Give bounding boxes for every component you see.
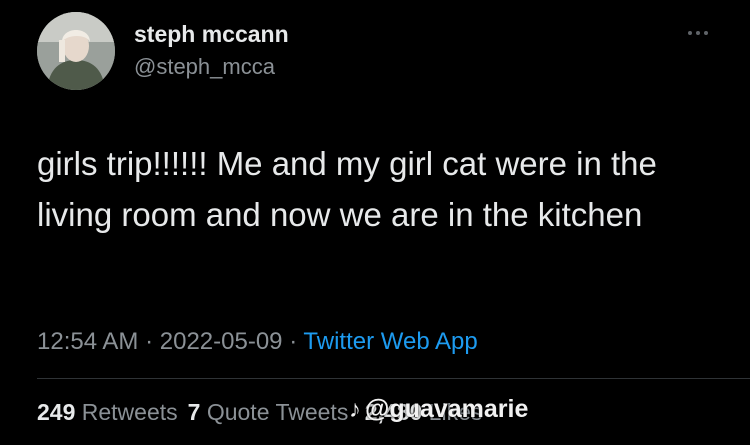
watermark-text: @guavamarie	[365, 395, 529, 423]
tweet-meta: 12:54 AM · 2022-05-09 · Twitter Web App	[37, 328, 478, 356]
tweet-card: steph mccann @steph_mcca girls trip!!!!!…	[0, 0, 750, 445]
display-name[interactable]: steph mccann	[134, 21, 289, 48]
tiktok-watermark: ♪ @guavamarie	[349, 395, 528, 424]
tiktok-icon: ♪	[349, 395, 361, 423]
quote-tweets-label: Quote Tweets	[206, 399, 349, 425]
tweet-source-link[interactable]: Twitter Web App	[303, 328, 477, 355]
avatar[interactable]	[37, 12, 115, 90]
tweet-time[interactable]: 12:54 AM	[37, 328, 138, 355]
user-handle[interactable]: @steph_mcca	[134, 54, 275, 80]
meta-separator: ·	[289, 328, 298, 355]
retweets-label: Retweets	[81, 399, 178, 425]
tweet-text: girls trip!!!!!! Me and my girl cat were…	[37, 145, 657, 233]
more-options-icon[interactable]	[678, 22, 718, 44]
avatar-photo	[37, 12, 115, 90]
retweets-stat[interactable]: 249 Retweets	[37, 399, 178, 425]
tweet-date[interactable]: 2022-05-09	[160, 328, 283, 355]
meta-separator: ·	[145, 328, 154, 355]
quote-tweets-count: 7	[187, 399, 201, 425]
divider	[37, 378, 750, 379]
retweets-count: 249	[37, 399, 76, 425]
quote-tweets-stat[interactable]: 7 Quote Tweets	[188, 399, 349, 425]
